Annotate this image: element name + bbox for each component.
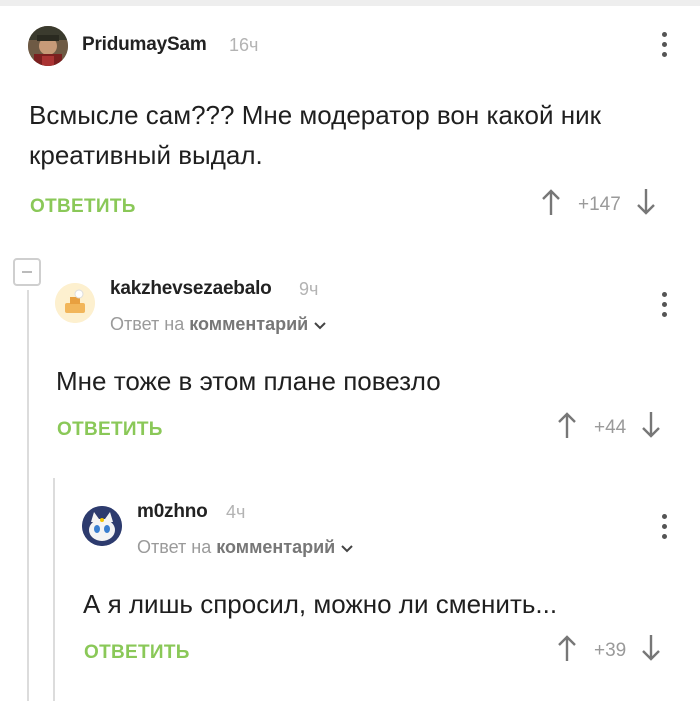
vote-controls: +44 <box>556 411 662 445</box>
arrow-up-icon[interactable] <box>540 188 562 222</box>
comment-2: kakzhevsezaebalo 9ч Ответ на комментарий… <box>0 260 700 460</box>
chevron-down-icon[interactable] <box>314 315 326 336</box>
user-avatar-image <box>82 506 122 546</box>
vote-controls: +147 <box>540 188 657 222</box>
reply-to-prefix: Ответ на <box>137 537 217 557</box>
reply-to-link[interactable]: Ответ на комментарий <box>137 537 353 559</box>
chevron-down-icon[interactable] <box>341 538 353 559</box>
reply-button[interactable]: ОТВЕТИТЬ <box>84 642 190 664</box>
reply-button[interactable]: ОТВЕТИТЬ <box>30 196 136 218</box>
comment-3: m0zhno 4ч Ответ на комментарий А я лишь … <box>0 482 700 701</box>
author-name[interactable]: m0zhno <box>137 501 208 523</box>
comment-text: Мне тоже в этом плане повезло <box>56 366 441 396</box>
reply-to-prefix: Ответ на <box>110 314 190 334</box>
reply-to-target: комментарий <box>189 314 309 334</box>
comment-time: 16ч <box>229 35 259 55</box>
more-menu-button[interactable] <box>660 290 668 320</box>
arrow-up-icon[interactable] <box>556 411 578 445</box>
comment-text: А я лишь спросил, можно ли сменить... <box>83 589 558 619</box>
score: +147 <box>578 194 621 215</box>
author-name[interactable]: PridumaySam <box>82 34 207 56</box>
avatar[interactable] <box>28 26 68 66</box>
score: +44 <box>594 417 627 438</box>
arrow-down-icon[interactable] <box>640 411 662 445</box>
more-menu-button[interactable] <box>660 30 668 60</box>
more-menu-button[interactable] <box>660 512 668 542</box>
comment-time: 9ч <box>299 279 319 299</box>
comment-1: PridumaySam 16ч Всмысле сам??? Мне модер… <box>0 0 700 230</box>
arrow-down-icon[interactable] <box>640 634 662 668</box>
reply-to-target: комментарий <box>216 537 336 557</box>
user-avatar-image <box>55 283 95 323</box>
user-avatar-image <box>28 26 68 66</box>
vote-controls: +39 <box>556 634 662 668</box>
avatar[interactable] <box>82 506 122 546</box>
arrow-down-icon[interactable] <box>635 188 657 222</box>
reply-to-link[interactable]: Ответ на комментарий <box>110 314 326 336</box>
arrow-up-icon[interactable] <box>556 634 578 668</box>
author-name[interactable]: kakzhevsezaebalo <box>110 278 272 300</box>
avatar[interactable] <box>55 283 95 323</box>
comment-text: Всмысле сам??? Мне модератор вон какой н… <box>29 100 601 170</box>
comment-time: 4ч <box>226 502 246 522</box>
score: +39 <box>594 640 627 661</box>
reply-button[interactable]: ОТВЕТИТЬ <box>57 419 163 441</box>
